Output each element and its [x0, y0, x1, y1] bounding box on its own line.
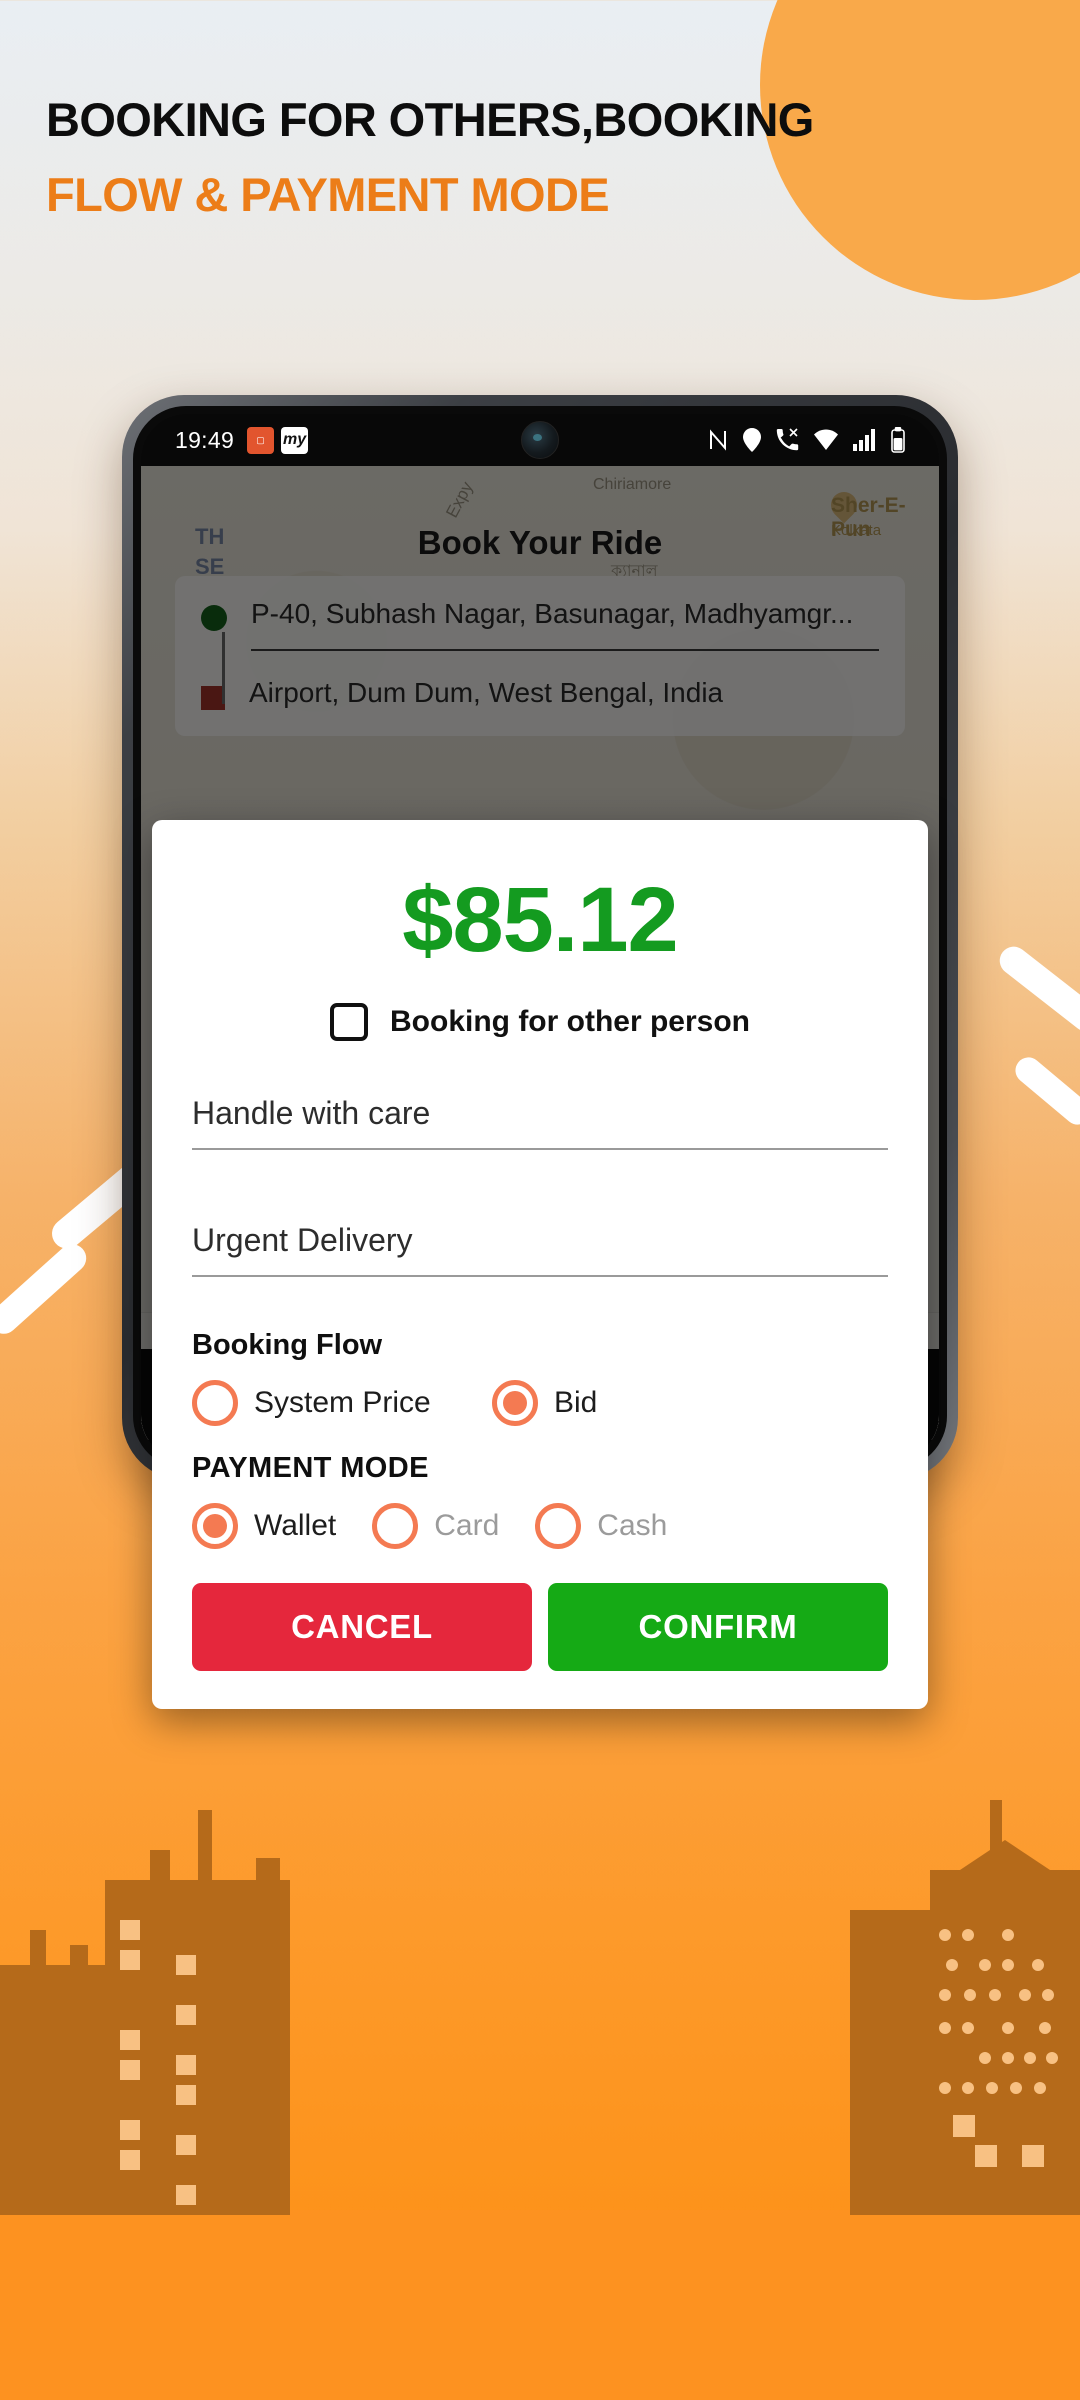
radio-bid-label: Bid [554, 1386, 598, 1419]
radio-wallet-circle[interactable] [192, 1503, 238, 1549]
nfc-icon [710, 429, 726, 451]
radio-bid[interactable]: Bid [492, 1380, 597, 1426]
payment-mode-options: Wallet Card Cash [192, 1503, 888, 1549]
booking-for-other-person-label: Booking for other person [390, 1005, 750, 1038]
booking-flow-title: Booking Flow [192, 1329, 383, 1361]
status-bar: 19:49 ▢ my [141, 414, 939, 466]
radio-wallet[interactable]: Wallet [192, 1503, 336, 1549]
app-notification-orange-icon: ▢ [247, 426, 275, 454]
signal-icon [853, 429, 875, 451]
city-skyline-decoration [0, 1800, 1080, 2400]
payment-mode-title: PAYMENT MODE [192, 1452, 429, 1484]
radio-bid-circle[interactable] [492, 1380, 538, 1426]
radio-cash[interactable]: Cash [535, 1503, 667, 1549]
decorative-dash [994, 941, 1080, 1037]
instruction-field-2-value: Urgent Delivery [192, 1222, 413, 1258]
status-bar-time: 19:49 [175, 426, 235, 453]
front-camera-punch-hole [521, 421, 559, 459]
headline-line-1: BOOKING FOR OTHERS,BOOKING [46, 93, 814, 146]
radio-system-price-circle[interactable] [192, 1380, 238, 1426]
call-icon [776, 428, 799, 451]
radio-cash-label: Cash [597, 1509, 668, 1542]
instruction-field-2[interactable]: Urgent Delivery [192, 1194, 888, 1277]
radio-card-circle[interactable] [372, 1503, 419, 1549]
confirm-button[interactable]: CONFIRM [548, 1583, 888, 1671]
booking-for-other-person-checkbox[interactable] [330, 1003, 368, 1041]
status-bar-system-icons [707, 427, 905, 453]
status-bar-notifications: ▢ my [247, 426, 309, 454]
radio-card-label: Card [434, 1509, 500, 1542]
app-notification-my-icon: my [281, 426, 309, 454]
instruction-field-1[interactable]: Handle with care [192, 1067, 888, 1150]
radio-system-price[interactable]: System Price [192, 1380, 492, 1426]
price-amount: $85.12 [402, 869, 678, 971]
decorative-dash [0, 1238, 92, 1340]
radio-system-price-label: System Price [254, 1386, 431, 1419]
radio-cash-circle[interactable] [535, 1503, 582, 1549]
booking-for-other-person-row[interactable]: Booking for other person [152, 985, 928, 1067]
dialog-action-buttons: CANCEL CONFIRM [152, 1549, 928, 1709]
wifi-icon [814, 429, 838, 450]
location-icon [743, 428, 761, 452]
battery-icon [891, 427, 905, 453]
cancel-button[interactable]: CANCEL [192, 1583, 532, 1671]
booking-confirmation-dialog: $85.12 Booking for other person Handle w… [152, 820, 928, 1709]
booking-flow-options: System Price Bid [192, 1380, 888, 1426]
instruction-field-1-value: Handle with care [192, 1095, 431, 1131]
page-headline: BOOKING FOR OTHERS,BOOKING FLOW & PAYMEN… [46, 93, 814, 221]
decorative-dash [1010, 1052, 1080, 1130]
radio-wallet-label: Wallet [254, 1509, 337, 1542]
headline-line-2: FLOW & PAYMENT MODE [46, 167, 610, 221]
radio-card[interactable]: Card [372, 1503, 499, 1549]
